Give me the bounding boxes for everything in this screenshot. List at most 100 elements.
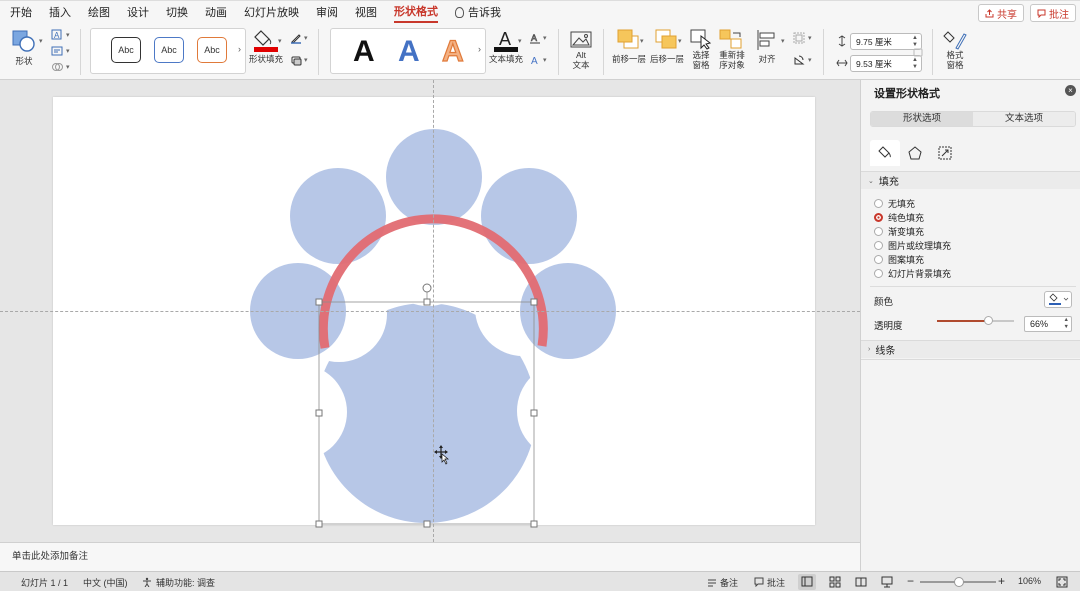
resize-handle-se[interactable] <box>530 520 538 528</box>
reading-view-icon[interactable] <box>855 576 867 588</box>
shape-fill-button[interactable]: 形状填充 <box>249 28 283 64</box>
gallery-more-icon[interactable]: › <box>478 44 481 54</box>
fill-option-none[interactable]: 无填充 <box>874 197 915 210</box>
tab-view[interactable]: 视图 <box>355 2 377 24</box>
chevron-down-icon[interactable]: ▾ <box>808 34 812 42</box>
edit-shape-icon[interactable]: A <box>51 29 63 41</box>
fill-option-picture[interactable]: 图片或纹理填充 <box>874 239 951 252</box>
zoom-slider[interactable] <box>920 577 996 587</box>
tab-shape-options[interactable]: 形状选项 <box>871 112 973 126</box>
chevron-down-icon[interactable]: ▾ <box>304 56 308 64</box>
language-indicator[interactable]: 中文 (中国) <box>83 576 128 589</box>
radio-button[interactable] <box>874 227 883 236</box>
tab-text-options[interactable]: 文本选项 <box>973 112 1075 126</box>
petal-circle-top[interactable] <box>386 129 482 225</box>
selection-pane-button[interactable]: 选择 窗格 <box>689 28 713 70</box>
wordart-style-1[interactable]: A <box>353 34 375 70</box>
resize-handle-sw[interactable] <box>315 520 323 528</box>
chevron-down-icon[interactable]: ▾ <box>66 31 70 39</box>
radio-button[interactable] <box>874 241 883 250</box>
lock-aspect-icon[interactable] <box>912 46 924 58</box>
share-button[interactable]: 共享 <box>978 4 1024 22</box>
resize-handle-nw[interactable] <box>315 298 323 306</box>
shape-style-2[interactable]: Abc <box>154 37 184 63</box>
text-box-icon[interactable] <box>51 45 63 57</box>
close-icon[interactable]: × <box>1065 85 1076 96</box>
shape-style-3[interactable]: Abc <box>197 37 227 63</box>
format-pane-button[interactable]: 格式 窗格 <box>942 28 968 70</box>
shape-outline-icon[interactable] <box>290 32 302 44</box>
chevron-down-icon[interactable]: ▾ <box>278 37 282 45</box>
chevron-down-icon[interactable]: ▾ <box>543 34 547 42</box>
chevron-down-icon[interactable]: ▾ <box>66 63 70 71</box>
comments-toggle[interactable]: 批注 <box>767 576 785 589</box>
comments-button[interactable]: 批注 <box>1030 4 1076 22</box>
tab-slideshow[interactable]: 幻灯片放映 <box>244 2 299 24</box>
zoom-level[interactable]: 106% <box>1018 576 1041 586</box>
text-effects-icon[interactable]: A <box>529 54 541 66</box>
chevron-down-icon[interactable]: ▾ <box>304 34 308 42</box>
shape-effects-icon[interactable] <box>290 54 302 66</box>
wordart-style-3[interactable]: A <box>441 34 464 70</box>
bring-forward-button[interactable]: 前移一层 <box>612 28 646 64</box>
wordart-style-2[interactable]: A <box>398 34 420 70</box>
slide-sorter-icon[interactable] <box>829 576 841 588</box>
radio-button[interactable] <box>874 199 883 208</box>
resize-handle-n[interactable] <box>423 298 431 306</box>
reorder-objects-button[interactable]: 重新排 序对象 <box>718 28 746 70</box>
text-fill-button[interactable]: A 文本填充 <box>489 28 523 64</box>
merge-shapes-icon[interactable] <box>51 61 63 73</box>
tab-shape-format[interactable]: 形状格式 <box>394 3 438 23</box>
petal-circle-upper-right[interactable] <box>481 168 577 264</box>
fill-option-gradient[interactable]: 渐变填充 <box>874 225 924 238</box>
shape-button[interactable]: 形状 <box>11 28 37 66</box>
tell-me-search[interactable]: 告诉我 <box>455 2 501 24</box>
text-outline-icon[interactable]: A <box>529 32 541 44</box>
fill-option-solid[interactable]: 纯色填充 <box>874 211 924 224</box>
tab-draw[interactable]: 绘图 <box>88 2 110 24</box>
resize-handle-ne[interactable] <box>530 298 538 306</box>
resize-handle-e[interactable] <box>530 409 538 417</box>
tab-design[interactable]: 设计 <box>127 2 149 24</box>
notes-pane[interactable]: 单击此处添加备注 <box>0 542 860 571</box>
align-button[interactable]: 对齐 <box>755 28 779 64</box>
radio-button[interactable] <box>874 255 883 264</box>
petal-circle-upper-left[interactable] <box>290 168 386 264</box>
fill-option-pattern[interactable]: 图案填充 <box>874 253 924 266</box>
zoom-slider-knob[interactable] <box>954 577 964 587</box>
selected-shape[interactable] <box>316 303 536 523</box>
group-icon[interactable] <box>793 32 805 44</box>
slide-editing-area[interactable] <box>0 80 860 542</box>
tab-transitions[interactable]: 切换 <box>166 2 188 24</box>
resize-handle-w[interactable] <box>315 409 323 417</box>
chevron-down-icon[interactable]: ▾ <box>640 37 644 45</box>
fill-line-tab[interactable] <box>870 140 900 166</box>
transparency-slider[interactable] <box>937 316 1014 325</box>
chevron-down-icon[interactable]: ▾ <box>678 37 682 45</box>
transparency-slider-knob[interactable] <box>983 316 993 325</box>
fill-option-slide-background[interactable]: 幻灯片背景填充 <box>874 267 951 280</box>
gallery-more-icon[interactable]: › <box>238 44 241 54</box>
radio-button-selected[interactable] <box>874 213 883 222</box>
slideshow-view-icon[interactable] <box>881 576 893 588</box>
fill-color-picker[interactable] <box>1044 291 1072 308</box>
tab-insert[interactable]: 插入 <box>49 2 71 24</box>
chevron-down-icon[interactable]: ▾ <box>781 37 785 45</box>
resize-handle-s[interactable] <box>423 520 431 528</box>
chevron-down-icon[interactable]: ▾ <box>543 56 547 64</box>
rotate-icon[interactable] <box>793 54 805 66</box>
notes-toggle[interactable]: 备注 <box>720 576 738 589</box>
zoom-in-button[interactable]: + <box>998 574 1005 588</box>
rotate-handle[interactable] <box>422 283 432 293</box>
tab-home[interactable]: 开始 <box>10 2 32 24</box>
accessibility-status[interactable]: 辅助功能: 调查 <box>156 576 215 589</box>
size-properties-tab[interactable] <box>930 140 960 166</box>
chevron-down-icon[interactable]: ▾ <box>66 47 70 55</box>
normal-view-button[interactable] <box>798 574 816 590</box>
tab-animations[interactable]: 动画 <box>205 2 227 24</box>
transparency-input[interactable]: 66% ▲ ▼ <box>1024 316 1072 332</box>
effects-tab[interactable] <box>900 140 930 166</box>
chevron-down-icon[interactable]: ▾ <box>39 37 43 45</box>
alt-text-button[interactable]: Alt 文本 <box>568 30 594 70</box>
shape-style-1[interactable]: Abc <box>111 37 141 63</box>
